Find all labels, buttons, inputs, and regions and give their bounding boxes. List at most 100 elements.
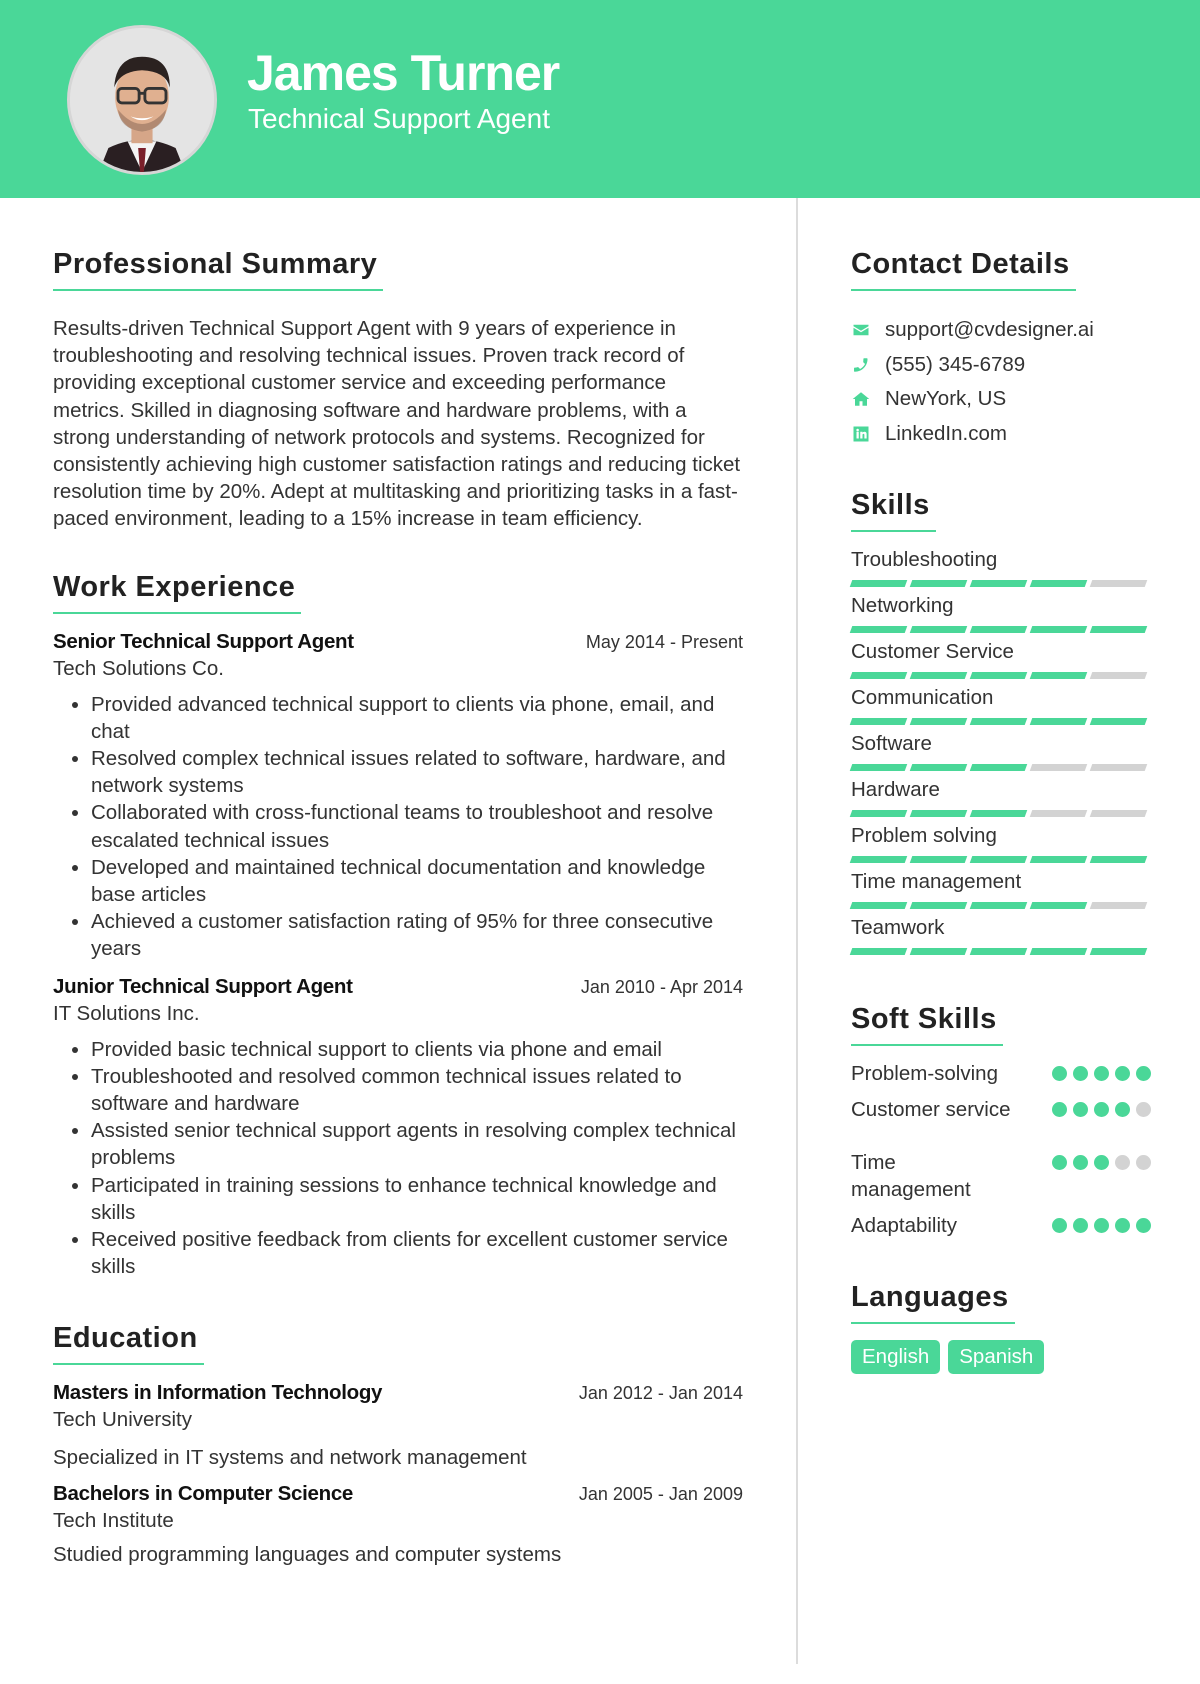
linkedin-icon — [851, 424, 871, 444]
languages-section: Languages English Spanish — [851, 1281, 1151, 1374]
skill-segment-filled — [1029, 902, 1088, 909]
degree-name: Masters in Information Technology — [53, 1381, 383, 1405]
skill-segment-empty — [1029, 810, 1088, 817]
contact-section: Contact Details support@cvdesigner.ai (55… — [851, 248, 1151, 451]
education-date: Jan 2005 - Jan 2009 — [578, 1484, 743, 1505]
education-description: Specialized in IT systems and network ma… — [53, 1446, 527, 1470]
contact-list: support@cvdesigner.ai (555) 345-6789 NewYo… — [851, 313, 1151, 451]
skill-segment-filled — [909, 718, 968, 725]
rating-dot-filled — [1094, 1066, 1109, 1081]
skill-label: Time management — [851, 870, 1022, 893]
skill-segment-filled — [849, 580, 908, 587]
language-list: English Spanish — [851, 1340, 1151, 1374]
soft-skill-item: Customer service — [851, 1096, 1151, 1123]
job-header: Junior Technical Support Agent Jan 2010 -… — [53, 975, 743, 999]
school-name: Tech University — [53, 1408, 192, 1432]
skill-segment-filled — [909, 626, 968, 633]
skill-level-bar — [849, 948, 1151, 955]
rating-dot-filled — [1094, 1102, 1109, 1117]
skill-level-bar — [849, 672, 1151, 679]
language-tag: Spanish — [948, 1340, 1045, 1374]
job-bullets: Provided advanced technical support to c… — [53, 691, 743, 963]
job-bullet: Assisted senior technical support agents… — [91, 1117, 743, 1171]
contact-text[interactable]: LinkedIn.com — [885, 422, 1007, 446]
skill-segment-filled — [969, 764, 1028, 771]
contact-text[interactable]: support@cvdesigner.ai — [885, 318, 1094, 342]
skill-segment-filled — [969, 626, 1028, 633]
skill-segment-filled — [969, 948, 1028, 955]
envelope-icon — [851, 320, 871, 340]
skill-label: Teamwork — [851, 916, 945, 939]
job-entry: Senior Technical Support Agent May 2014 -… — [53, 630, 743, 963]
skill-segment-filled — [1029, 626, 1088, 633]
job-bullet: Provided basic technical support to clie… — [91, 1036, 743, 1063]
rating-dot-filled — [1136, 1066, 1151, 1081]
rating-dot-filled — [1052, 1102, 1067, 1117]
education-header: Masters in Information Technology Jan 201… — [53, 1381, 743, 1405]
contact-item[interactable]: LinkedIn.com — [851, 417, 1151, 452]
skill-segment-filled — [1089, 948, 1148, 955]
soft-skill-label: Problem-solving — [851, 1062, 998, 1085]
job-bullet: Participated in training sessions to enh… — [91, 1172, 743, 1226]
contact-item[interactable]: support@cvdesigner.ai — [851, 313, 1151, 348]
skill-label: Troubleshooting — [851, 548, 998, 571]
skill-level-bar — [849, 856, 1151, 863]
rating-dot-empty — [1136, 1102, 1151, 1117]
job-date: May 2014 - Present — [585, 631, 743, 652]
contact-heading: Contact Details — [851, 248, 1076, 291]
contact-item[interactable]: NewYork, US — [851, 382, 1151, 417]
skill-item: Troubleshooting — [849, 546, 1151, 587]
job-bullets: Provided basic technical support to clie… — [53, 1036, 743, 1281]
job-company: Tech Solutions Co. — [53, 656, 224, 680]
column-divider — [796, 198, 798, 1664]
contact-text[interactable]: (555) 345-6789 — [885, 353, 1025, 377]
skill-segment-filled — [909, 902, 968, 909]
skill-segment-empty — [1089, 902, 1148, 909]
soft-skill-list: Problem-solving Customer service Time mana… — [851, 1060, 1151, 1239]
skills-heading: Skills — [851, 489, 936, 532]
summary-text: Results-driven Technical Support Agent w… — [53, 317, 741, 531]
job-role: Senior Technical Support Agent — [53, 629, 354, 653]
skill-segment-filled — [969, 718, 1028, 725]
contact-text[interactable]: NewYork, US — [885, 387, 1006, 411]
rating-dot-filled — [1073, 1155, 1088, 1170]
job-entry: Junior Technical Support Agent Jan 2010 -… — [53, 975, 743, 1281]
education-header: Bachelors in Computer Science Jan 2005 - … — [53, 1482, 743, 1506]
job-bullet: Resolved complex technical issues relate… — [91, 745, 743, 799]
summary-section: Professional Summary Results-driven Tech… — [53, 248, 743, 533]
skill-segment-filled — [849, 672, 908, 679]
rating-dot-filled — [1052, 1218, 1067, 1233]
person-portrait-icon — [70, 28, 214, 172]
skill-segment-empty — [1089, 672, 1148, 679]
education-list: Masters in Information Technology Jan 201… — [53, 1381, 743, 1567]
skill-segment-filled — [849, 764, 908, 771]
job-header: Senior Technical Support Agent May 2014 -… — [53, 630, 743, 654]
contact-item[interactable]: (555) 345-6789 — [851, 348, 1151, 383]
skill-item: Teamwork — [849, 914, 1151, 955]
job-bullet: Received positive feedback from clients … — [91, 1226, 743, 1280]
profile-photo — [67, 25, 217, 175]
skill-segment-filled — [909, 948, 968, 955]
skill-segment-filled — [1029, 718, 1088, 725]
language-tag: English — [851, 1340, 941, 1374]
soft-skill-label: Customer service — [851, 1098, 1011, 1121]
right-column: Contact Details support@cvdesigner.ai (55… — [849, 248, 1151, 1374]
skill-level-bar — [849, 902, 1151, 909]
degree-name: Bachelors in Computer Science — [53, 1482, 354, 1506]
skill-label: Problem solving — [851, 824, 997, 847]
skill-label: Communication — [851, 686, 994, 709]
job-bullet: Achieved a customer satisfaction rating … — [91, 908, 743, 962]
candidate-name: James Turner — [247, 45, 560, 101]
skill-segment-filled — [969, 672, 1028, 679]
skill-item: Hardware — [849, 776, 1151, 817]
skill-segment-filled — [849, 948, 908, 955]
rating-dot-filled — [1073, 1218, 1088, 1233]
skill-segment-filled — [909, 856, 968, 863]
skill-label: Customer Service — [851, 640, 1014, 663]
rating-dot-filled — [1052, 1155, 1067, 1170]
skill-level-bar — [849, 764, 1151, 771]
rating-dot-filled — [1115, 1218, 1130, 1233]
rating-dot-filled — [1115, 1102, 1130, 1117]
education-entry: Masters in Information Technology Jan 201… — [53, 1381, 743, 1470]
skill-level-bar — [849, 580, 1151, 587]
